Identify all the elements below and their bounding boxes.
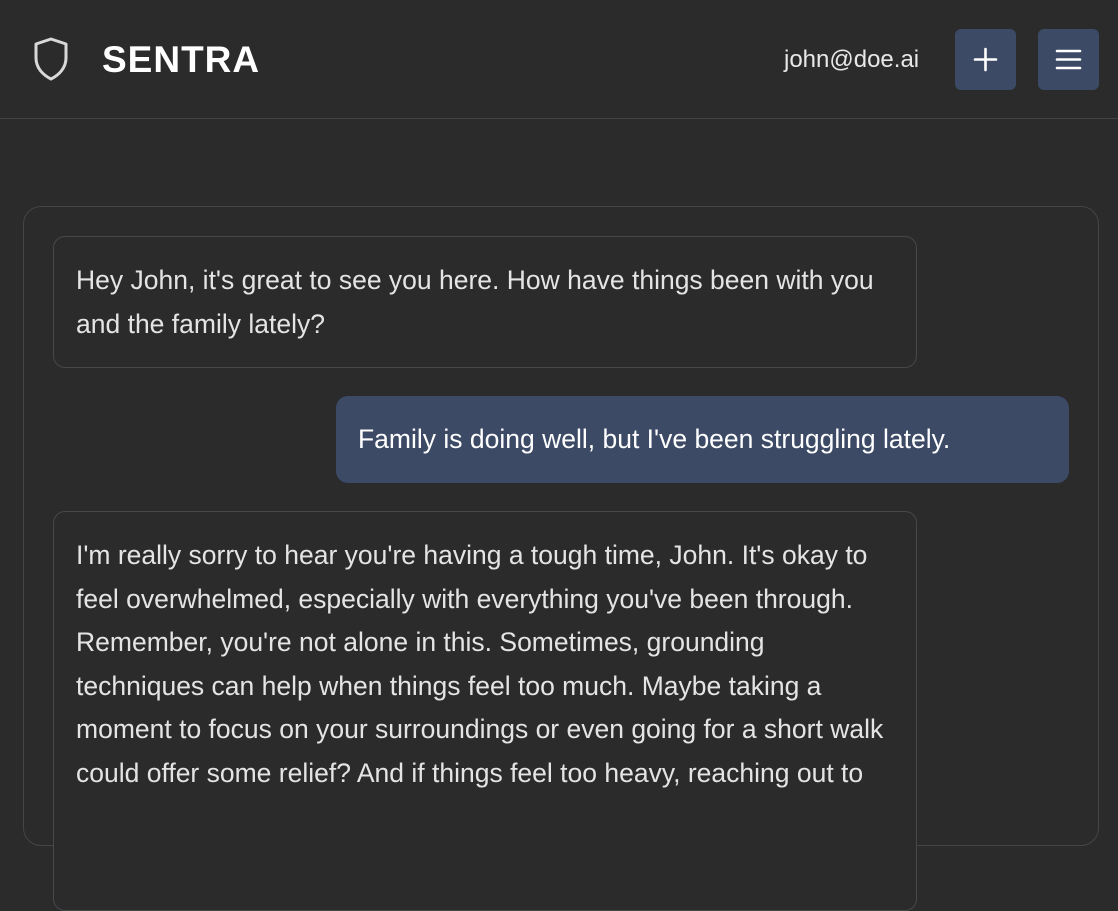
menu-button[interactable] — [1038, 29, 1099, 90]
user-message: Family is doing well, but I've been stru… — [336, 396, 1069, 483]
plus-icon — [973, 47, 998, 72]
hamburger-menu-icon — [1055, 49, 1082, 70]
assistant-message: Hey John, it's great to see you here. Ho… — [53, 236, 917, 368]
shield-icon — [34, 37, 68, 81]
assistant-message: I'm really sorry to hear you're having a… — [53, 511, 917, 911]
user-email[interactable]: john@doe.ai — [784, 45, 919, 75]
app-header: SENTRA john@doe.ai — [0, 0, 1118, 119]
new-chat-button[interactable] — [955, 29, 1016, 90]
brand-title: SENTRA — [102, 39, 261, 80]
